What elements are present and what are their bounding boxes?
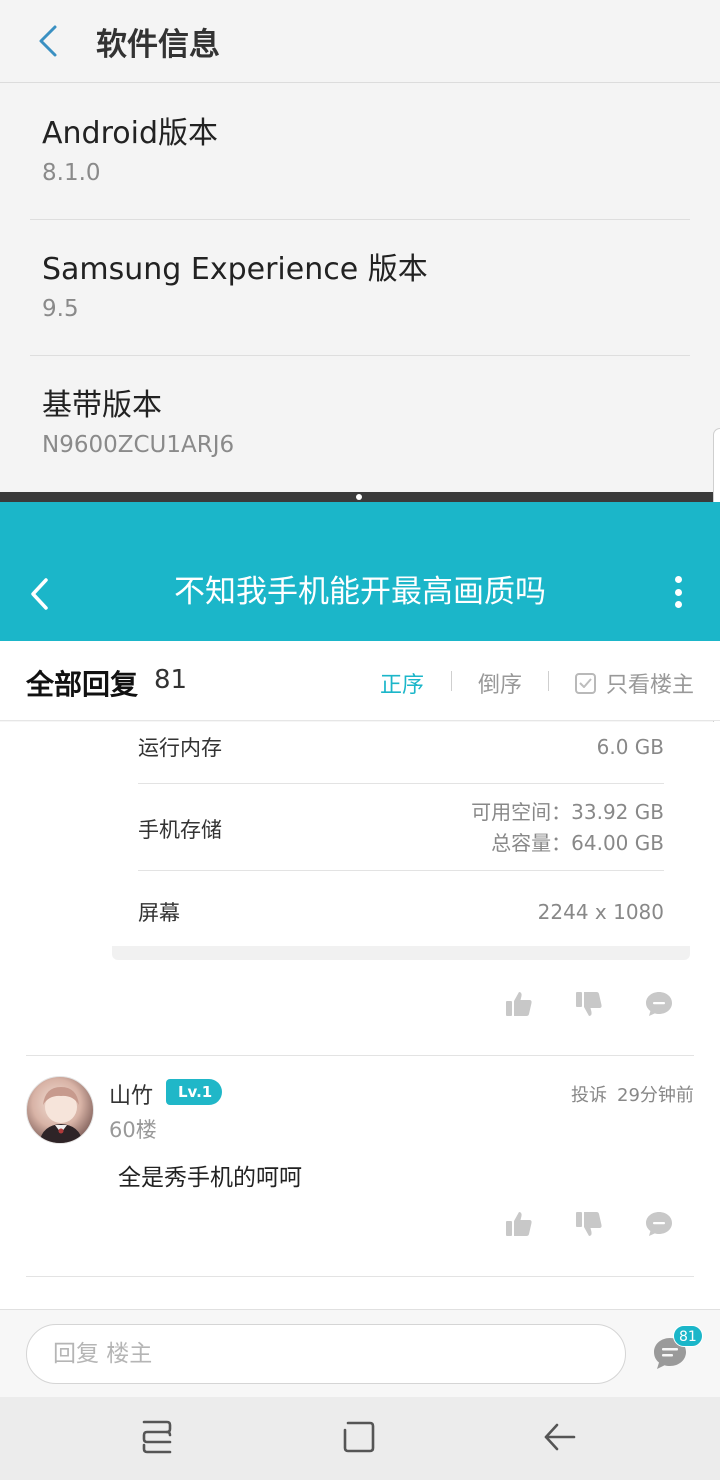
samsung-experience-item[interactable]: Samsung Experience 版本 9.5 (42, 250, 690, 326)
all-replies-label: 全部回复 (26, 668, 139, 701)
more-dot-icon (674, 588, 682, 596)
back-arrow-icon (544, 1423, 576, 1451)
home-icon (343, 1421, 375, 1453)
floor-number: 60楼 (109, 1118, 157, 1142)
item-label: Android版本 (42, 116, 218, 151)
spec-value-available: 可用空间：33.92 GB (471, 800, 664, 824)
comment-icon[interactable] (644, 989, 674, 1019)
report-link[interactable]: 投诉 (571, 1081, 607, 1107)
post-actions (504, 1207, 674, 1241)
item-label: Samsung Experience 版本 (42, 252, 428, 287)
more-dot-icon (674, 601, 682, 608)
post-actions (504, 987, 674, 1021)
reply-input[interactable]: 回复 楼主 (26, 1324, 626, 1384)
home-button[interactable] (339, 1417, 379, 1457)
separator (451, 671, 452, 691)
spec-label: 屏幕 (138, 901, 180, 925)
thread-content[interactable]: 运行内存 6.0 GB 手机存储 可用空间：33.92 GB 总容量：64.00… (0, 722, 720, 1309)
item-value: 9.5 (42, 296, 79, 322)
spec-value: 6.0 GB (596, 735, 664, 759)
thumbs-down-icon[interactable] (574, 989, 604, 1019)
comment-count-badge: 81 (673, 1325, 703, 1347)
android-version-item[interactable]: Android版本 8.1.0 (42, 114, 690, 190)
spec-label: 运行内存 (138, 736, 222, 760)
username[interactable]: 山竹 (109, 1078, 153, 1110)
spec-row-storage: 手机存储 可用空间：33.92 GB 总容量：64.00 GB (138, 797, 664, 867)
thread-title: 不知我手机能开最高画质吗 (174, 574, 546, 610)
post-timestamp: 29分钟前 (617, 1085, 694, 1106)
divider (138, 870, 664, 871)
spec-row-ram: 运行内存 6.0 GB (138, 732, 664, 772)
thumbs-up-icon[interactable] (504, 1209, 534, 1239)
settings-pane: 软件信息 Android版本 8.1.0 Samsung Experience … (0, 0, 720, 492)
divider (138, 783, 664, 784)
spec-row-screen: 屏幕 2244 x 1080 (138, 897, 664, 937)
thumbs-down-icon[interactable] (574, 1209, 604, 1239)
item-value: N9600ZCU1ARJ6 (42, 432, 235, 458)
recent-apps-button[interactable] (137, 1417, 177, 1457)
post-divider (26, 1276, 694, 1277)
baseband-version-item[interactable]: 基带版本 N9600ZCU1ARJ6 (42, 386, 690, 462)
reply-count: 81 (154, 665, 188, 695)
back-button[interactable] (18, 570, 62, 618)
spec-value-total: 总容量：64.00 GB (491, 831, 664, 855)
divider (30, 219, 690, 220)
page-title: 软件信息 (96, 26, 220, 63)
only-op-toggle[interactable]: 只看楼主 (575, 667, 694, 699)
checkbox-icon[interactable] (575, 672, 596, 694)
device-spec-table: 运行内存 6.0 GB 手机存储 可用空间：33.92 GB 总容量：64.00… (112, 722, 690, 960)
divider (30, 355, 690, 356)
sort-descending-tab[interactable]: 倒序 (478, 667, 522, 699)
spec-label: 手机存储 (138, 818, 222, 842)
recent-apps-icon (142, 1420, 172, 1454)
split-handle-dot[interactable] (356, 494, 362, 500)
check-icon (579, 678, 592, 688)
forum-header: 不知我手机能开最高画质吗 (0, 502, 720, 641)
reply-input-bar: 回复 楼主 81 (0, 1309, 720, 1397)
avatar-image (39, 1087, 83, 1143)
comment-icon[interactable] (644, 1209, 674, 1239)
reply-filter-bar: 全部回复 81 正序 倒序 只看楼主 (0, 641, 720, 721)
more-dot-icon (674, 576, 682, 583)
level-badge: Lv.1 (166, 1079, 223, 1105)
split-screen-divider[interactable] (0, 492, 720, 502)
spec-value: 2244 x 1080 (537, 900, 664, 924)
spec-table-footer (112, 946, 690, 960)
settings-header: 软件信息 (0, 0, 720, 83)
post-divider (26, 1055, 694, 1056)
post-content: 全是秀手机的呵呵 (118, 1165, 302, 1191)
back-button[interactable] (0, 0, 96, 83)
system-navigation-bar (0, 1397, 720, 1480)
item-value: 8.1.0 (42, 160, 101, 186)
thumbs-up-icon[interactable] (504, 989, 534, 1019)
avatar[interactable] (26, 1076, 94, 1144)
chevron-left-icon (31, 578, 48, 610)
back-nav-button[interactable] (540, 1417, 580, 1457)
item-label: 基带版本 (42, 388, 162, 423)
chevron-left-icon (39, 25, 57, 57)
more-options-button[interactable] (666, 572, 690, 612)
sort-ascending-tab[interactable]: 正序 (380, 667, 424, 699)
separator (548, 671, 549, 691)
only-op-label: 只看楼主 (606, 673, 695, 698)
